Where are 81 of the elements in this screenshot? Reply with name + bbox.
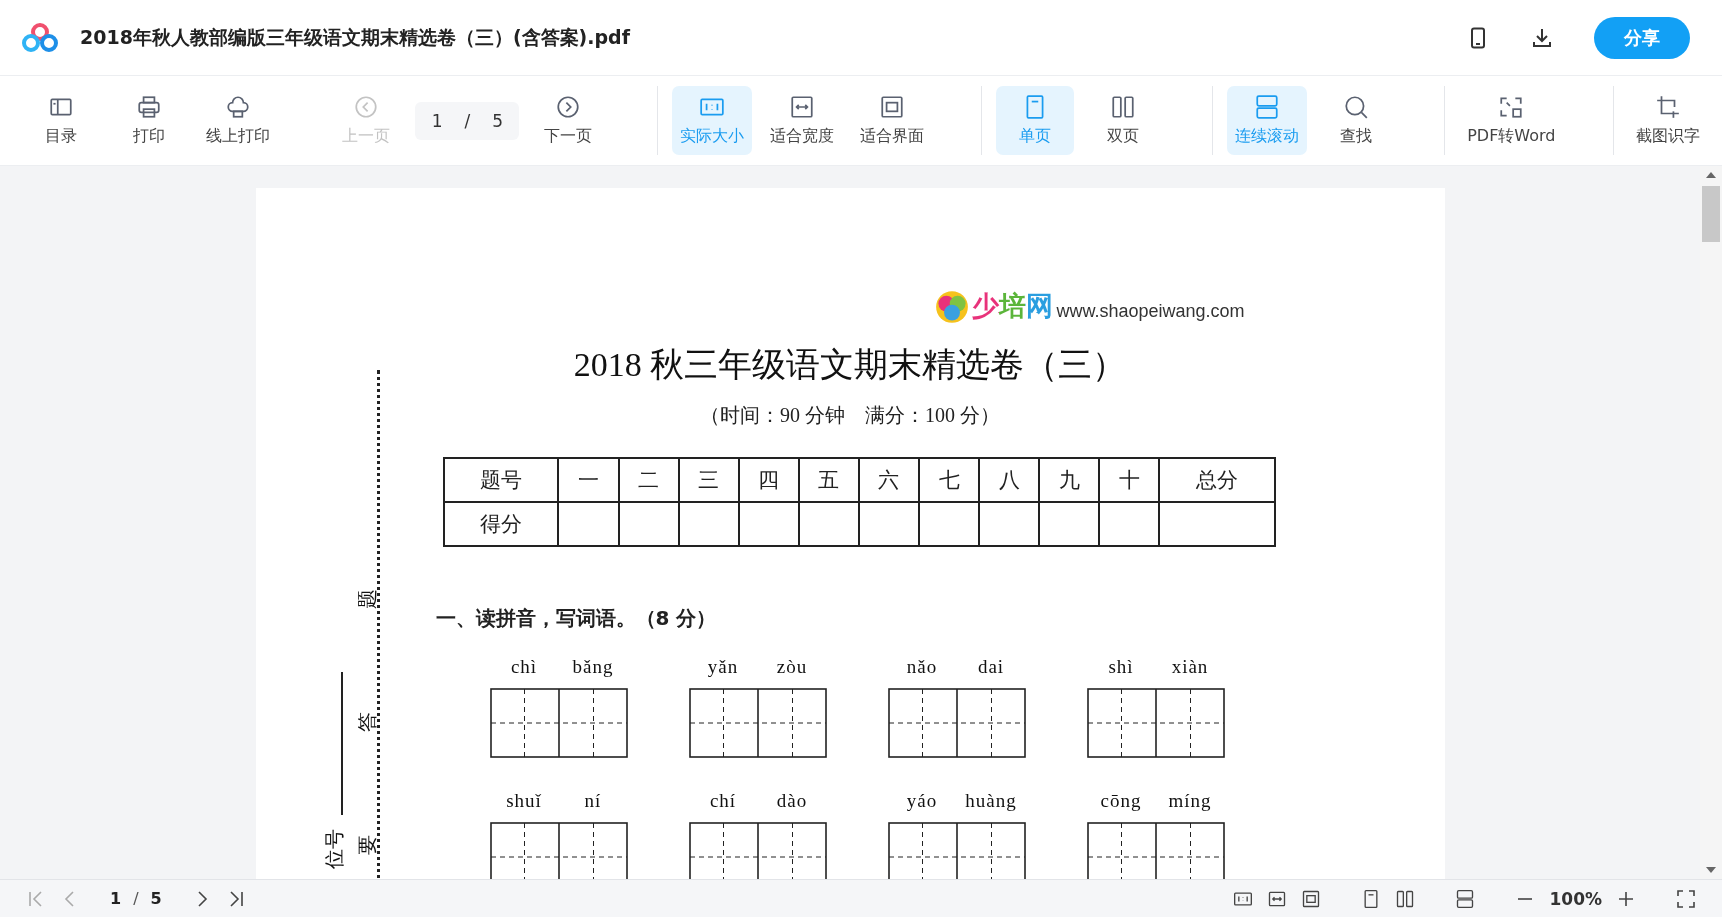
margin-note-character: 题: [354, 588, 378, 609]
pinyin-text: nǎo: [905, 656, 939, 678]
stacked-rows-icon: [1253, 94, 1280, 120]
caret-down-icon[interactable]: [1706, 867, 1716, 873]
pinyin-text: shuǐ: [505, 790, 543, 812]
table-header-cell: 九: [1039, 458, 1100, 502]
pinyin-text: dào: [775, 790, 809, 812]
score-cell: [858, 502, 920, 546]
pinyin-text: míng: [1167, 790, 1213, 812]
table-header-cell: 八: [979, 458, 1040, 502]
pinyin-text: xiàn: [1170, 656, 1210, 678]
table-header-cell: 六: [858, 458, 920, 502]
pinyin-text: yáo: [905, 790, 939, 812]
pinyin-text: bǎng: [571, 656, 615, 678]
chevron-right-circle-icon: [555, 94, 582, 120]
website-address: www.shaopeiwang.com: [1056, 301, 1245, 323]
pinyin-text: cōng: [1099, 790, 1143, 812]
pinyin-text: shì: [1107, 656, 1135, 678]
table-header-cell: 题号: [443, 458, 559, 502]
table-header-cell: 三: [678, 458, 739, 502]
search-icon: [1342, 94, 1369, 120]
section-heading: 一、读拼音，写词语。（8 分）: [435, 605, 718, 632]
scrollbar-thumb[interactable]: [1702, 186, 1720, 242]
score-cell: [558, 502, 619, 546]
score-cell: [979, 502, 1040, 546]
stacked-rows-icon[interactable]: [1455, 888, 1476, 909]
nested-square-icon[interactable]: [1301, 888, 1322, 909]
page-number-field[interactable]: 1 / 5: [415, 101, 520, 140]
cloud-icon: [225, 94, 251, 120]
table-header-cell: 七: [919, 458, 980, 502]
toolbar-button[interactable]: 目录: [22, 86, 100, 155]
score-cell: [1099, 502, 1160, 546]
exam-title: 2018 秋三年级语文期末精选卷（三）: [572, 345, 1128, 385]
horizontal-arrows-icon: [788, 94, 815, 120]
pinyin-text: yǎn: [706, 656, 740, 678]
toolbar-button[interactable]: 打印: [110, 86, 188, 155]
caret-up-icon[interactable]: [1706, 172, 1716, 178]
pinyin-text: zòu: [775, 656, 809, 678]
pinyin-text: dai: [976, 656, 1006, 678]
toolbar-button[interactable]: 线上打印: [198, 86, 278, 155]
toolbar-button[interactable]: 下一页: [529, 86, 608, 155]
pinyin-text: chì: [509, 656, 539, 678]
two-columns-icon[interactable]: [1395, 888, 1416, 909]
margin-note-character: 要: [354, 834, 378, 855]
convert-icon: [1498, 94, 1525, 120]
nested-square-icon: [878, 94, 905, 120]
score-cell: [798, 502, 859, 546]
exam-subtitle: （时间：90 分钟 满分：100 分）: [699, 403, 1001, 428]
page-indicator: 1 / 5: [110, 889, 162, 908]
table-header-cell: 一: [558, 458, 619, 502]
toolbar-button[interactable]: 查找: [1316, 86, 1395, 155]
app-logo-icon: [20, 21, 60, 54]
score-cell: [678, 502, 739, 546]
fullscreen-icon[interactable]: [1676, 888, 1696, 909]
toolbar-button[interactable]: 双页: [1084, 86, 1163, 155]
table-header-cell: 十: [1099, 458, 1160, 502]
toolbar-button[interactable]: 截图识字: [1627, 86, 1708, 155]
table-header-cell: 总分: [1159, 458, 1275, 502]
score-cell: [618, 502, 679, 546]
score-cell: [738, 502, 799, 546]
score-cell: [1039, 502, 1100, 546]
pinyin-text: huàng: [964, 790, 1018, 812]
flower-logo-icon: [935, 290, 970, 324]
crop-icon: [1654, 94, 1681, 120]
table-header-cell: 二: [618, 458, 679, 502]
chevron-left-circle-icon: [353, 94, 380, 120]
toolbar-button[interactable]: 适合宽度: [761, 86, 842, 155]
file-name: 2018年秋人教部编版三年级语文期末精选卷（三）(含答案).pdf: [80, 24, 630, 50]
table-header-cell: 五: [798, 458, 859, 502]
printer-icon: [136, 94, 162, 120]
margin-note-character: 答: [354, 711, 378, 732]
seat-number-label: 位号: [321, 828, 345, 869]
table-header-cell: 四: [738, 458, 799, 502]
pinyin-text: ní: [583, 790, 603, 812]
toolbar-button[interactable]: 适合界面: [851, 86, 932, 155]
score-cell: [919, 502, 980, 546]
zoom-level: 100%: [1549, 888, 1602, 909]
toolbar-button[interactable]: PDF转Word: [1459, 86, 1564, 155]
pinyin-text: chí: [708, 790, 738, 812]
table-row-label: 得分: [443, 502, 559, 546]
two-columns-icon: [1110, 94, 1137, 120]
